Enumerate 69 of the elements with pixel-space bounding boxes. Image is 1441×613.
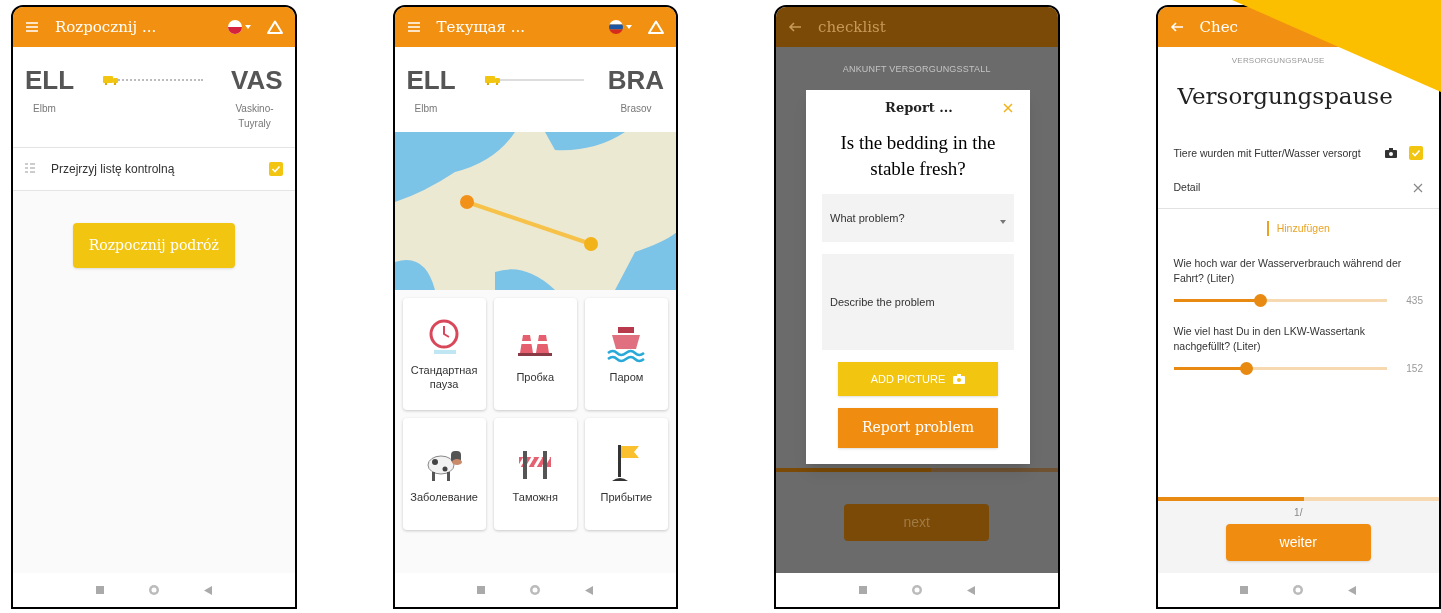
page-indicator: 1/	[1294, 506, 1303, 520]
flag-icon	[226, 19, 243, 35]
destination-code: BRA	[607, 67, 664, 93]
slider-thumb[interactable]	[1253, 294, 1267, 308]
close-icon[interactable]	[1002, 101, 1014, 114]
task-label: Tiere wurden mit Futter/Wasser versorgt	[1173, 145, 1362, 160]
back-icon[interactable]	[1348, 585, 1357, 595]
detail-label: Detail	[1173, 179, 1202, 195]
origin-name: Elbm	[32, 102, 57, 116]
checkbox[interactable]	[268, 162, 283, 176]
language-selector[interactable]	[608, 19, 632, 35]
square-icon[interactable]	[477, 586, 486, 594]
section-subtitle: ANKUNFT VERSORGUNGSSTALL	[841, 63, 992, 76]
screen-title: Chec	[1199, 16, 1238, 38]
checkbox[interactable]	[1409, 145, 1423, 160]
question-text: Is the bedding in the stable fresh?	[839, 130, 997, 181]
category-tile[interactable]: Пробка	[493, 298, 577, 410]
list-icon	[25, 162, 35, 176]
destination-code: VAS	[230, 67, 283, 93]
category-tile[interactable]: Прибытие	[584, 418, 668, 530]
screen-title: checklist	[818, 16, 886, 38]
category-tile[interactable]: Заболевание	[402, 418, 486, 530]
menu-icon[interactable]	[406, 21, 421, 33]
description-field[interactable]: Describe the problem	[822, 253, 1014, 350]
category-tile[interactable]: Стандартная пауза	[402, 298, 486, 410]
caret-icon	[1000, 219, 1006, 224]
warning-icon[interactable]	[648, 20, 664, 34]
map-drawing[interactable]	[394, 132, 676, 290]
flag-icon	[608, 19, 624, 35]
slider-label: Wie hoch war der Wasserverbrauch während der Fahrt? (Liter)	[1173, 256, 1403, 286]
slider-track[interactable]	[1173, 362, 1387, 376]
dialog-title: Report ...	[884, 99, 954, 117]
square-icon[interactable]	[95, 586, 104, 594]
home-icon[interactable]	[1292, 584, 1305, 596]
home-icon[interactable]	[529, 584, 542, 596]
destination-name: Vaskino-Tuyraly	[234, 102, 275, 131]
caret-icon	[626, 25, 632, 29]
back-icon[interactable]	[966, 585, 975, 595]
screen-title: Rozpocznij ...	[55, 16, 157, 38]
language-selector[interactable]	[226, 19, 251, 35]
warning-icon[interactable]	[266, 20, 283, 34]
home-icon[interactable]	[910, 584, 923, 596]
slider-thumb[interactable]	[1239, 362, 1253, 376]
screen-title: Текущая ...	[436, 16, 525, 38]
slider-label: Wie viel hast Du in den LKW-Wassertank nachgefüllt? (Liter)	[1173, 324, 1366, 354]
category-tile[interactable]: Таможня	[493, 418, 577, 530]
checklist-label: Przejrzyj listę kontrolną	[51, 161, 176, 178]
caret-icon	[244, 25, 251, 29]
origin-code: ELL	[406, 67, 457, 93]
slider-value: 152	[1405, 362, 1423, 377]
close-icon[interactable]	[1413, 182, 1423, 193]
back-arrow-icon[interactable]	[788, 21, 802, 33]
menu-icon[interactable]	[25, 21, 39, 33]
origin-code: ELL	[25, 67, 76, 93]
section-subtitle: VERSORGUNGSPAUSE	[1230, 55, 1326, 67]
slider-value: 435	[1405, 294, 1423, 309]
destination-name: Brasov	[619, 102, 653, 116]
category-tile[interactable]: Паром	[584, 298, 668, 410]
problem-select[interactable]: What problem?	[822, 193, 1014, 242]
slider-track[interactable]	[1173, 294, 1387, 308]
camera-icon	[953, 373, 966, 384]
square-icon[interactable]	[1240, 586, 1249, 594]
back-icon[interactable]	[585, 585, 594, 595]
home-icon[interactable]	[147, 584, 160, 596]
screen-heading: Versorgungspause	[1176, 82, 1394, 111]
square-icon[interactable]	[858, 586, 867, 594]
camera-icon[interactable]	[1385, 147, 1397, 158]
origin-name: Elbm	[413, 102, 439, 116]
back-icon[interactable]	[203, 585, 212, 595]
